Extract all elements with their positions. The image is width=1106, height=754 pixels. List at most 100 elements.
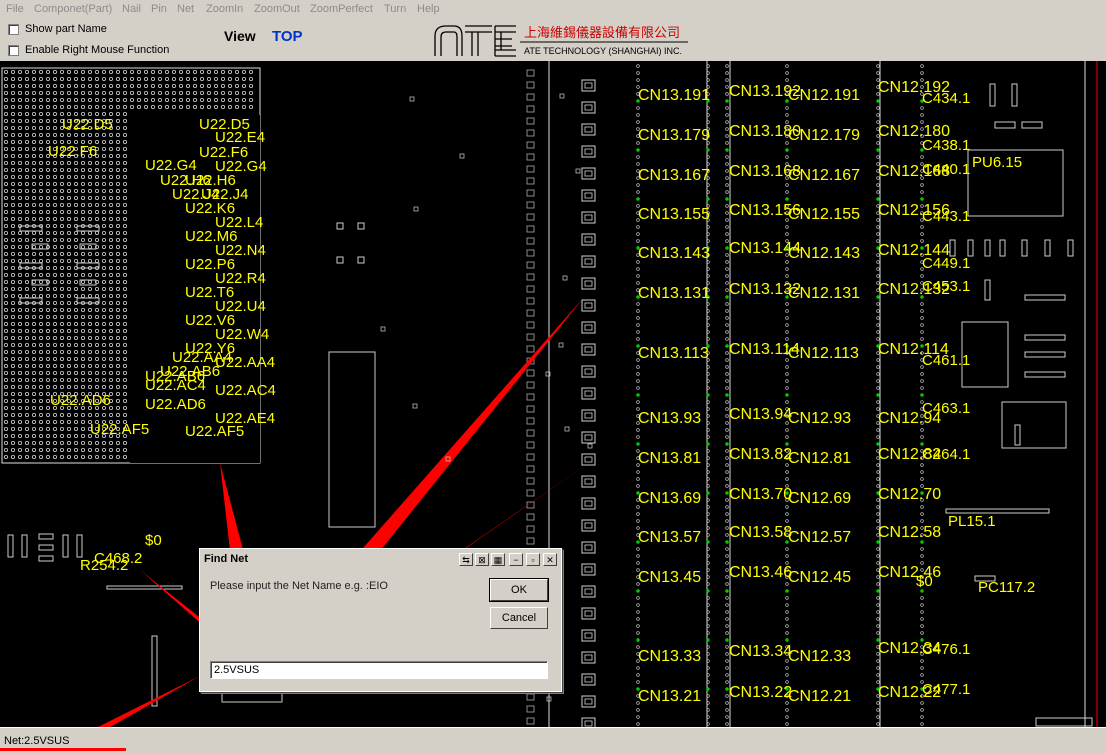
connector-label: CN13.34 (729, 643, 792, 660)
connector-label: CN12.81 (788, 450, 851, 467)
part-label: R254.2 (80, 557, 128, 574)
part-label: C434.1 (922, 90, 970, 107)
menu-zoomin[interactable]: ZoomIn (206, 3, 243, 15)
menu-zoomout[interactable]: ZoomOut (254, 3, 300, 15)
part-label: C463.1 (922, 400, 970, 417)
connector-label: CN13.22 (729, 684, 792, 701)
connector-label: CN13.46 (729, 564, 792, 581)
bga-pin-label: U22.AC4 (145, 377, 206, 394)
via (562, 275, 568, 281)
menu-turn[interactable]: Turn (384, 3, 406, 15)
part-label: PL15.1 (948, 513, 996, 530)
bga-pin-label: U22.F6 (48, 143, 97, 160)
status-underline (0, 748, 126, 751)
cancel-button[interactable]: Cancel (490, 607, 548, 629)
part-label: C464.1 (922, 446, 970, 463)
dialog-titlebar[interactable]: Find Net ⇆ ⊠ ▦ − ▫ ✕ (202, 551, 559, 568)
connector-label: CN13.93 (638, 410, 701, 427)
connector-label: CN13.113 (638, 345, 709, 362)
swap-icon[interactable]: ⇆ (459, 553, 473, 566)
status-bar: Net:2.5VSUS (0, 727, 1106, 754)
via (559, 93, 565, 99)
via (587, 443, 593, 449)
show-part-name-label: Show part Name (25, 23, 107, 35)
connector-label: CN12.58 (878, 524, 941, 541)
view-label: View (224, 28, 256, 44)
connector-label: CN12.113 (788, 345, 859, 362)
connector-label: CN12.131 (788, 285, 860, 302)
connector-label: CN13.179 (638, 127, 710, 144)
logo-english-name: ATE TECHNOLOGY (SHANGHAI) INC. (524, 46, 682, 56)
connector-label: CN12.57 (788, 529, 851, 546)
ok-button[interactable]: OK (489, 578, 549, 602)
bga-pin-label: U22.AD6 (50, 392, 111, 409)
connector-label: CN12.143 (788, 245, 860, 262)
connector-label: CN13.70 (729, 486, 792, 503)
menu-bar: File Componet(Part) Nail Pin Net ZoomIn … (0, 0, 1106, 20)
part-label: C443.1 (922, 208, 970, 225)
find-net-dialog: Find Net ⇆ ⊠ ▦ − ▫ ✕ Please input the Ne… (199, 548, 562, 692)
menu-file[interactable]: File (6, 3, 24, 15)
checkbox-box[interactable] (8, 23, 19, 35)
menu-pin[interactable]: Pin (151, 3, 167, 15)
dialog-title: Find Net (204, 553, 248, 565)
close-icon[interactable]: ✕ (543, 553, 557, 566)
show-part-name-checkbox[interactable]: Show part Name (8, 23, 107, 35)
via (575, 168, 581, 174)
part-label: PC117.2 (978, 579, 1035, 596)
menu-component[interactable]: Componet(Part) (34, 3, 112, 15)
menu-help[interactable]: Help (417, 3, 440, 15)
connector-label: CN13.81 (638, 450, 701, 467)
view-value[interactable]: TOP (272, 28, 303, 45)
enable-right-mouse-checkbox[interactable]: Enable Right Mouse Function (8, 44, 169, 56)
connector-label: CN12.70 (878, 486, 941, 503)
connector-label: CN12.155 (788, 206, 860, 223)
connector-label: CN12.191 (788, 87, 860, 104)
part-label: C461.1 (922, 352, 970, 369)
restore-icon[interactable]: ▫ (526, 553, 540, 566)
dialog-prompt: Please input the Net Name e.g. :EIO (210, 580, 388, 592)
part-label: $0 (145, 532, 162, 549)
status-net-text: Net:2.5VSUS (4, 735, 70, 747)
menu-net[interactable]: Net (177, 3, 194, 15)
menu-zoomperfect[interactable]: ZoomPerfect (310, 3, 373, 15)
connector-label: CN13.69 (638, 490, 701, 507)
connector-label: CN13.94 (729, 406, 792, 423)
part-label: C476.1 (922, 641, 970, 658)
part-label: $0 (916, 573, 933, 590)
pin-icon[interactable]: ⊠ (475, 553, 489, 566)
via (459, 153, 465, 159)
connector-label: CN13.45 (638, 569, 701, 586)
part-label: PU6.15 (972, 154, 1022, 171)
bga-pin-label: U22.AD6 (145, 396, 206, 413)
net-name-input[interactable] (210, 661, 548, 679)
part-label: C438.1 (922, 137, 970, 154)
logo-chinese-name: 上海維錫儀器設備有限公司 (524, 25, 680, 41)
connector-label: CN12.167 (788, 167, 860, 184)
checkbox-box[interactable] (8, 44, 19, 56)
bga-pin-label: U22.AF5 (185, 423, 244, 440)
connector-label: CN13.191 (638, 87, 710, 104)
part-label: C477.1 (922, 681, 970, 698)
connector-label: CN12.93 (788, 410, 851, 427)
connector-label: CN13.57 (638, 529, 701, 546)
connector-label: CN12.45 (788, 569, 851, 586)
bga-pin-label: U22.AF5 (90, 421, 149, 438)
bga-pin-label: U22.D5 (62, 116, 113, 133)
via (412, 403, 418, 409)
connector-label: CN13.33 (638, 648, 701, 665)
menu-nail[interactable]: Nail (122, 3, 141, 15)
part-label: C449.1 (922, 255, 970, 272)
via (409, 96, 415, 102)
grid-icon[interactable]: ▦ (491, 553, 505, 566)
via (380, 326, 386, 332)
bga-pin-label: U22.AC4 (215, 382, 276, 399)
connector-label: CN13.143 (638, 245, 710, 262)
company-logo: 上海維錫儀器設備有限公司 ATE TECHNOLOGY (SHANGHAI) I… (432, 22, 692, 65)
connector-label: CN12.21 (788, 688, 851, 705)
connector-label: CN13.82 (729, 446, 792, 463)
connector-label: CN13.155 (638, 206, 710, 223)
connector-label: CN13.58 (729, 524, 792, 541)
minimize-icon[interactable]: − (509, 553, 523, 566)
via (413, 206, 419, 212)
